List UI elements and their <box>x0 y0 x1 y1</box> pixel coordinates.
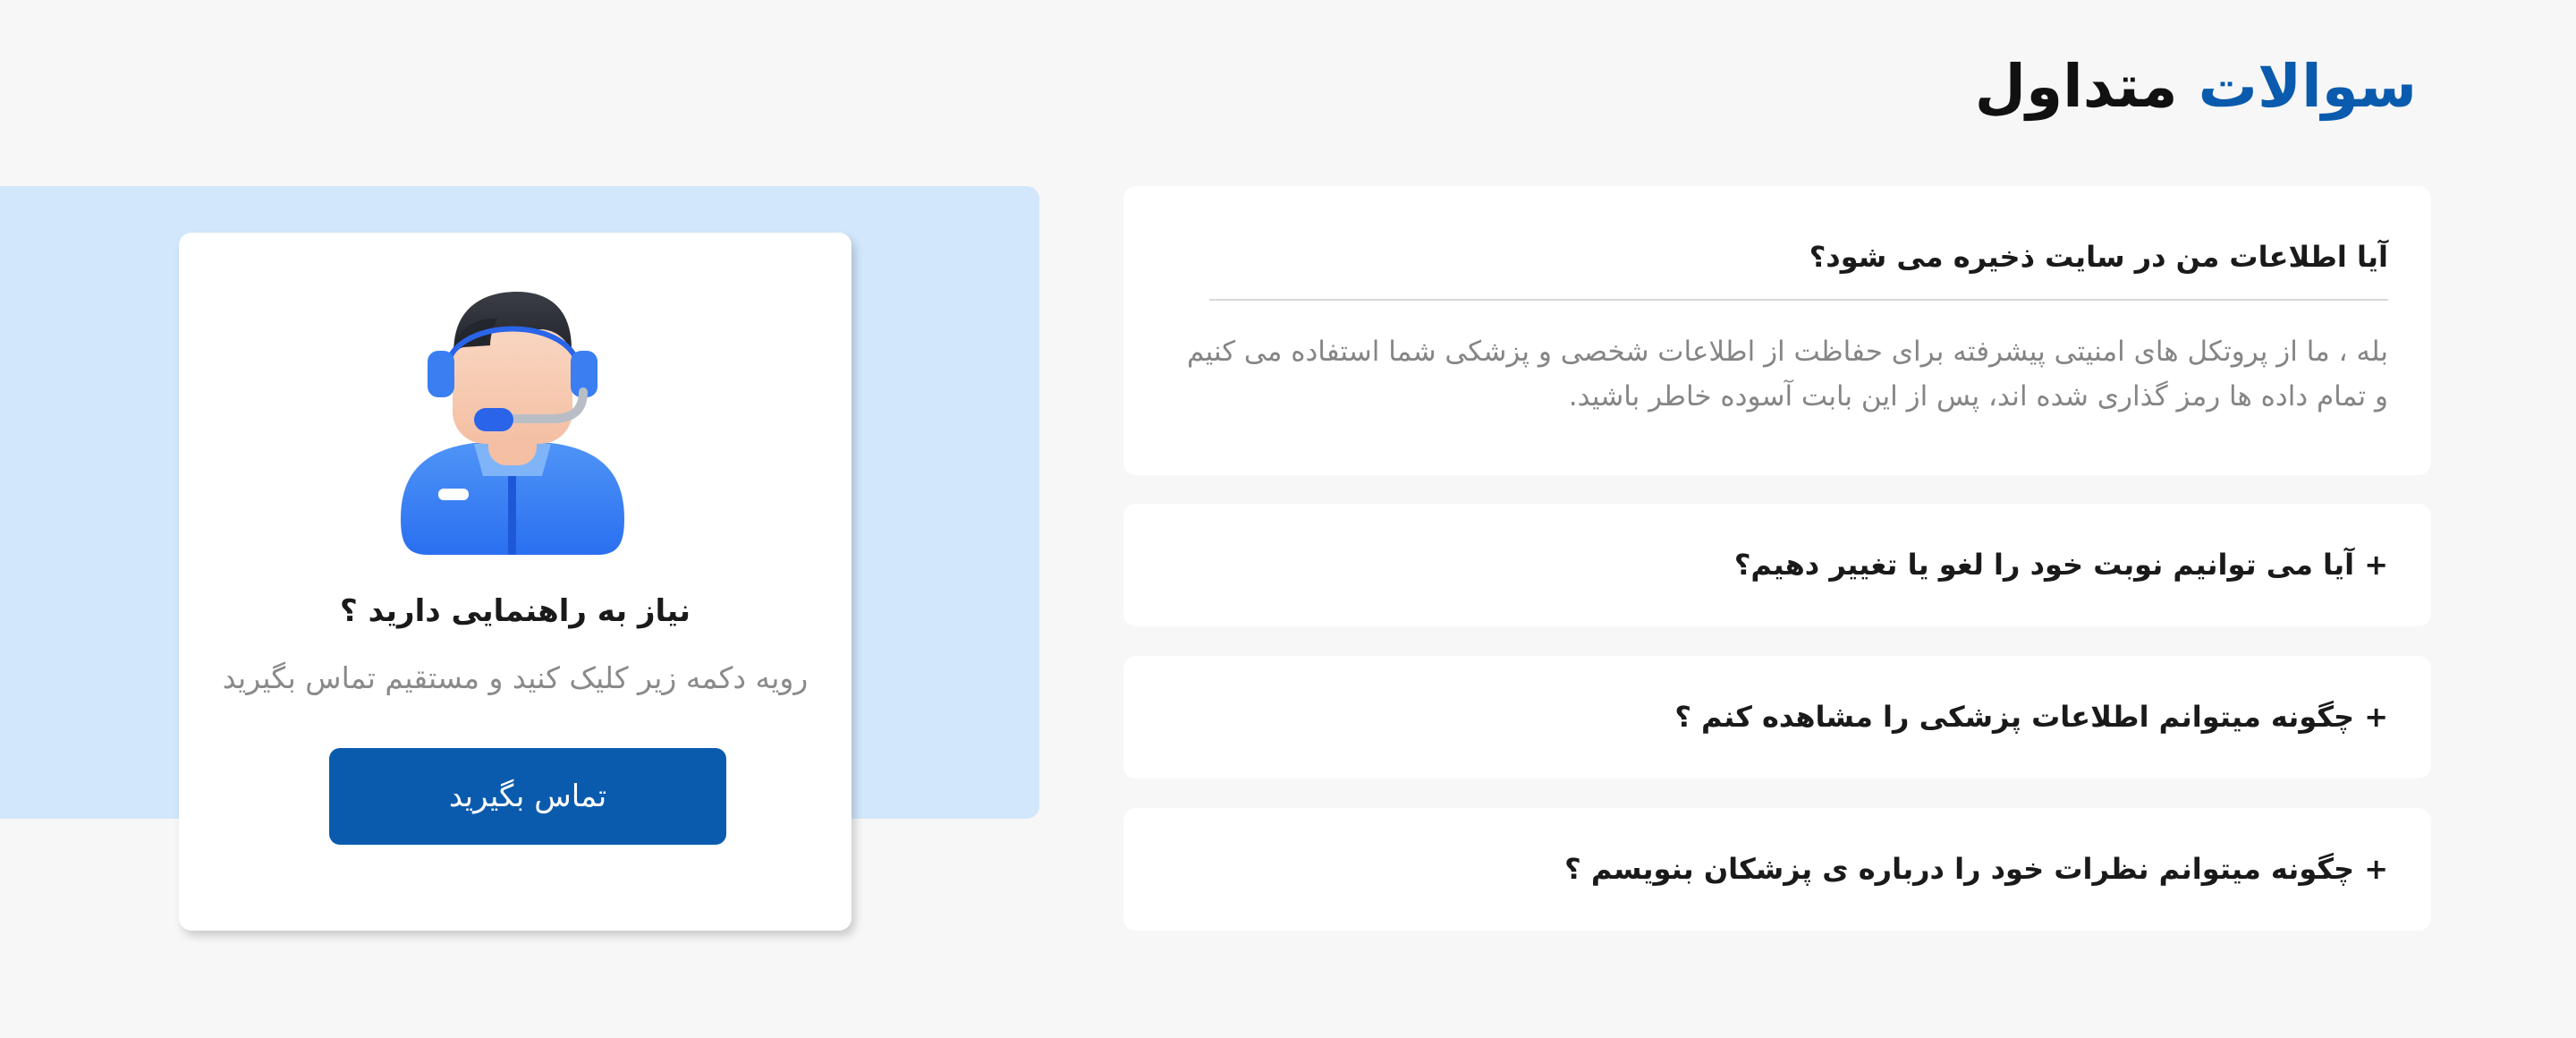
contact-button[interactable]: تماس بگیرید <box>329 748 726 845</box>
faq-answer-line: و تمام داده ها رمز گذاری شده اند، پس از … <box>1568 380 2388 413</box>
title-accent: سوالات <box>2198 52 2417 121</box>
help-title: نیاز به راهنمایی دارید ؟ <box>340 593 691 629</box>
faq-item[interactable]: + چگونه میتوانم نظرات خود را درباره ی پز… <box>1123 808 2431 931</box>
title-rest: متداول <box>1974 52 2178 121</box>
faq-divider <box>1209 299 2388 301</box>
faq-question[interactable]: + چگونه میتوانم اطلاعات پزشکی را مشاهده … <box>1674 694 2388 739</box>
page-title: سوالات متداول <box>1975 47 2417 127</box>
help-card: نیاز به راهنمایی دارید ؟ رویه دکمه زیر ک… <box>179 233 852 931</box>
help-subtitle: رویه دکمه زیر کلیک کنید و مستقیم تماس بگ… <box>222 660 809 695</box>
faq-question[interactable]: + آیا می توانیم نوبت خود را لغو یا تغییر… <box>1734 542 2388 587</box>
faq-answer-line: بله ، ما از پروتکل های امنیتی پیشرفته بر… <box>1186 336 2388 368</box>
faq-question[interactable]: آیا اطلاعات من در سایت ذخیره می شود؟ <box>1809 234 2388 279</box>
faq-answer: بله ، ما از پروتکل های امنیتی پیشرفته بر… <box>1157 329 2388 419</box>
faq-item[interactable]: + آیا می توانیم نوبت خود را لغو یا تغییر… <box>1123 504 2431 626</box>
faq-question[interactable]: + چگونه میتوانم نظرات خود را درباره ی پز… <box>1564 847 2388 891</box>
faq-item-expanded[interactable]: آیا اطلاعات من در سایت ذخیره می شود؟ بله… <box>1123 186 2431 475</box>
support-agent-icon <box>401 292 624 555</box>
faq-item[interactable]: + چگونه میتوانم اطلاعات پزشکی را مشاهده … <box>1123 656 2431 778</box>
